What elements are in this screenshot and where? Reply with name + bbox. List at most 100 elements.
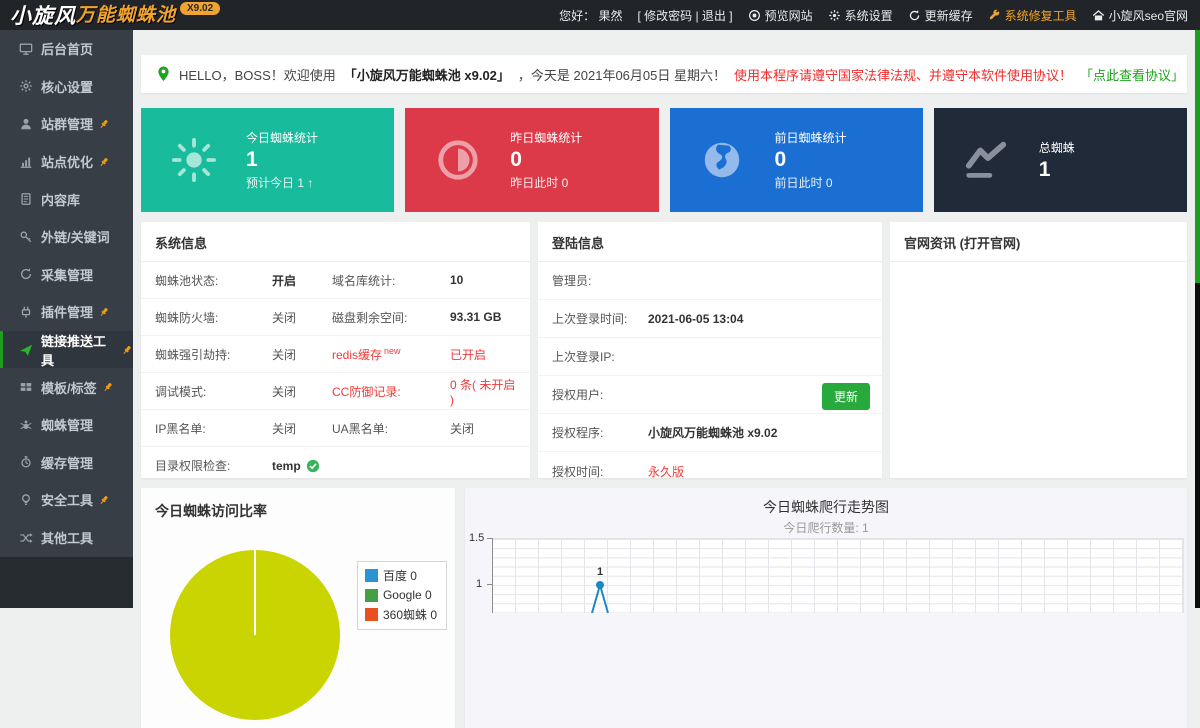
info-label: 域名库统计: <box>332 272 450 289</box>
login-info-row: 上次登录时间: 2021-06-05 13:04 <box>538 300 882 338</box>
home-icon <box>1092 9 1105 22</box>
sidebar-item-cache-manage[interactable]: 缓存管理 <box>0 444 133 482</box>
info-value: 关闭 <box>272 383 332 400</box>
nav-refresh-cache[interactable]: 更新缓存 <box>908 7 973 24</box>
last-login-time: 2021-06-05 13:04 <box>648 312 868 326</box>
info-label: 上次登录IP: <box>552 348 648 365</box>
login-info-row: 授权用户: 更新 <box>538 376 882 414</box>
info-label: 蜘蛛防火墙: <box>155 309 272 326</box>
pin-icon <box>102 381 114 393</box>
sidebar-item-site-optimize[interactable]: 站点优化 <box>0 143 133 181</box>
sidebar-item-label: 站点优化 <box>41 152 93 171</box>
login-info-title: 登陆信息 <box>538 222 882 262</box>
sidebar-item-link-push-tools[interactable]: 链接推送工具 <box>0 331 133 369</box>
pie-slice-divider <box>254 550 256 635</box>
view-agreement-link[interactable]: 「点此查看协议」 <box>1080 65 1184 84</box>
stat-card-today[interactable]: 今日蜘蛛统计 1 预计今日 1 ↑ <box>141 108 394 212</box>
sidebar-item-label: 缓存管理 <box>41 453 93 472</box>
pin-icon <box>98 494 110 506</box>
legend-item[interactable]: 360蜘蛛 0 <box>365 606 437 623</box>
welcome-date-text: ，今天是 2021年06月05日 星期六！ <box>518 65 726 84</box>
news-panel-header: 官网资讯 (打开官网) <box>890 222 1187 262</box>
pie-legend[interactable]: 百度 0 Google 0 360蜘蛛 0 <box>357 561 447 630</box>
stat-card-title: 总蜘蛛 <box>1039 139 1075 156</box>
system-info-row: 蜘蛛强引劫持: 关闭 redis缓存new 已开启 <box>141 336 530 373</box>
bulb-icon <box>19 493 33 507</box>
sidebar-item-dashboard[interactable]: 后台首页 <box>0 30 133 68</box>
stat-card-value: 1 <box>246 149 318 171</box>
sidebar-item-label: 外链/关键词 <box>41 227 110 246</box>
sidebar-item-links-keywords[interactable]: 外链/关键词 <box>0 218 133 256</box>
nav-official-site[interactable]: 小旋风seo官网 <box>1092 7 1188 24</box>
sidebar-item-site-group[interactable]: 站群管理 <box>0 105 133 143</box>
greeting-text: 您好： 果然 <box>559 7 622 24</box>
sidebar-item-other-tools[interactable]: 其他工具 <box>0 519 133 557</box>
info-label: 蜘蛛强引劫持: <box>155 346 272 363</box>
stat-card-title: 今日蜘蛛统计 <box>246 129 318 146</box>
stat-card-day-before[interactable]: 前日蜘蛛统计 0 前日此时 0 <box>670 108 923 212</box>
nav-preview-site[interactable]: 预览网站 <box>748 7 813 24</box>
nav-repair-tools[interactable]: 系统修复工具 <box>988 7 1077 24</box>
legend-item[interactable]: 百度 0 <box>365 567 437 584</box>
pin-icon <box>98 306 110 318</box>
news-panel: 官网资讯 (打开官网) <box>890 222 1187 478</box>
system-info-title: 系统信息 <box>141 222 530 262</box>
pin-icon <box>98 118 110 130</box>
licensed-program: 小旋风万能蜘蛛池 x9.02 <box>648 424 868 441</box>
sidebar-item-templates-tags[interactable]: 模板/标签 <box>0 368 133 406</box>
stat-card-total[interactable]: 总蜘蛛 1 <box>934 108 1187 212</box>
sidebar-item-collection[interactable]: 采集管理 <box>0 256 133 294</box>
info-value: 93.31 GB <box>450 310 516 324</box>
sidebar-item-label: 内容库 <box>41 190 80 209</box>
sync-icon <box>19 267 33 281</box>
version-badge: X9.02 <box>180 2 220 15</box>
scrollbar-thumb[interactable] <box>1195 30 1200 283</box>
line-series <box>492 538 1184 613</box>
y-tick-label: 1 <box>476 578 482 590</box>
page-scrollbar[interactable] <box>1195 30 1200 608</box>
cc-defense-link[interactable]: CC防御记录: <box>332 383 450 400</box>
sidebar-item-label: 后台首页 <box>41 39 93 58</box>
trend-icon <box>934 137 1039 183</box>
open-official-site-link[interactable]: (打开官网) <box>960 236 1021 251</box>
plugin-icon <box>19 305 33 319</box>
stat-card-subtext: 前日此时 0 <box>775 174 847 191</box>
info-label: 蜘蛛池状态: <box>155 272 272 289</box>
stat-card-value: 1 <box>1039 159 1075 181</box>
sidebar-item-label: 采集管理 <box>41 265 93 284</box>
welcome-bar: HELLO，BOSS！欢迎使用「小旋风万能蜘蛛池 x9.02」，今天是 2021… <box>141 55 1187 93</box>
news-panel-title: 官网资讯 <box>904 236 956 251</box>
location-pin-icon <box>156 65 171 83</box>
info-label: 磁盘剩余空间: <box>332 309 450 326</box>
document-icon <box>19 192 33 206</box>
line-chart-panel: 今日蜘蛛爬行走势图 今日爬行数量: 1 1.5 1 1 <box>465 488 1187 728</box>
nav-label: 系统设置 <box>845 7 893 24</box>
nav-system-settings[interactable]: 系统设置 <box>828 7 893 24</box>
info-value: temp <box>272 459 332 473</box>
sidebar-item-spider-manage[interactable]: 蜘蛛管理 <box>0 406 133 444</box>
logo-text-primary: 小旋风 <box>10 0 76 30</box>
update-button[interactable]: 更新 <box>822 383 870 410</box>
login-info-row: 管理员: <box>538 262 882 300</box>
stat-card-subtext: 预计今日 1 ↑ <box>246 174 318 191</box>
legend-item[interactable]: Google 0 <box>365 588 437 602</box>
sidebar-item-plugins[interactable]: 插件管理 <box>0 293 133 331</box>
sidebar-item-label: 模板/标签 <box>41 378 97 397</box>
info-label: 调试模式: <box>155 383 272 400</box>
sidebar-item-content-library[interactable]: 内容库 <box>0 180 133 218</box>
key-icon <box>19 230 33 244</box>
sidebar-item-security-tools[interactable]: 安全工具 <box>0 481 133 519</box>
account-links[interactable]: [ 修改密码 | 退出 ] <box>637 7 732 24</box>
info-label: IP黑名单: <box>155 420 272 437</box>
nav-label: 小旋风seo官网 <box>1109 7 1188 24</box>
sidebar-item-core-settings[interactable]: 核心设置 <box>0 68 133 106</box>
shuffle-icon <box>19 531 33 545</box>
stat-card-yesterday[interactable]: 昨日蜘蛛统计 0 昨日此时 0 <box>405 108 658 212</box>
main-content: HELLO，BOSS！欢迎使用「小旋风万能蜘蛛池 x9.02」，今天是 2021… <box>133 30 1194 608</box>
stat-card-title: 前日蜘蛛统计 <box>775 129 847 146</box>
sidebar-item-label: 插件管理 <box>41 302 93 321</box>
stat-card-value: 0 <box>775 149 847 171</box>
eye-icon <box>748 9 761 22</box>
stat-card-subtext: 昨日此时 0 <box>510 174 582 191</box>
redis-cache-link[interactable]: redis缓存new <box>332 346 450 363</box>
